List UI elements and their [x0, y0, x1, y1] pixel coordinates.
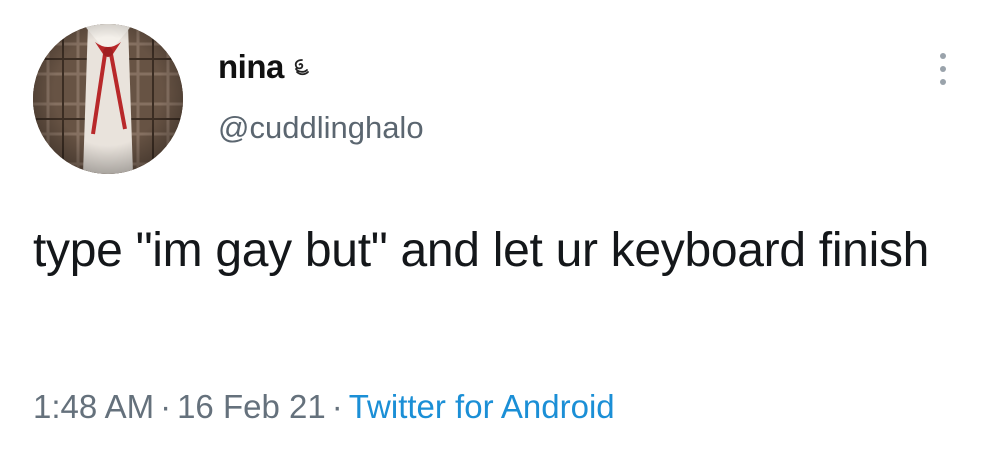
- more-vertical-icon[interactable]: [935, 50, 951, 90]
- tweet-date[interactable]: 16 Feb 21: [177, 388, 326, 425]
- separator-2: ·: [331, 388, 343, 425]
- tweet-meta: 1:48 AM · 16 Feb 21 · Twitter for Android: [33, 388, 615, 426]
- tweet-time[interactable]: 1:48 AM: [33, 388, 154, 425]
- display-name-row[interactable]: nina: [218, 48, 312, 86]
- whirl-icon: [294, 59, 309, 76]
- tweet-card: nina @cuddlinghalo type "im gay but" and…: [0, 0, 1000, 469]
- tweet-source-link[interactable]: Twitter for Android: [349, 388, 615, 425]
- separator: ·: [160, 388, 172, 425]
- avatar[interactable]: [33, 24, 183, 174]
- display-name[interactable]: nina: [218, 48, 284, 86]
- handle[interactable]: @cuddlinghalo: [218, 110, 424, 146]
- tweet-text: type "im gay but" and let ur keyboard fi…: [33, 224, 930, 277]
